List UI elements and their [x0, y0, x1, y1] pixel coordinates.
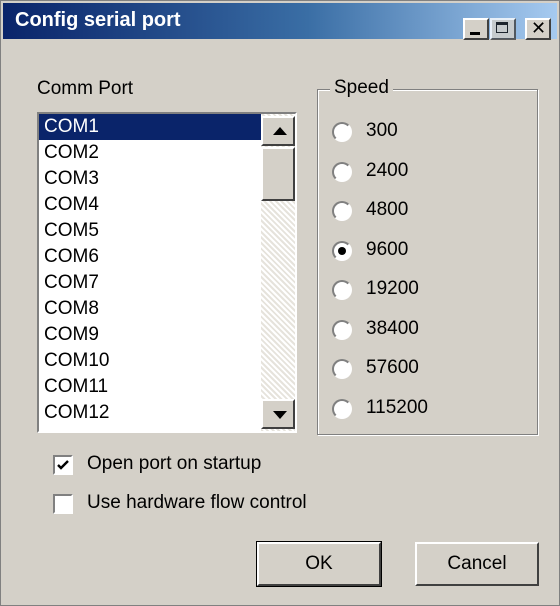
open-on-startup-label: Open port on startup	[87, 453, 262, 474]
minimize-icon	[470, 32, 480, 35]
speed-option-label: 9600	[366, 238, 409, 260]
open-on-startup-checkbox[interactable]	[53, 455, 73, 475]
speed-option-label: 2400	[366, 159, 409, 181]
scroll-down-button[interactable]	[261, 399, 295, 429]
minimize-button[interactable]	[463, 18, 489, 40]
speed-option-label: 19200	[366, 278, 419, 299]
list-item[interactable]: COM10	[39, 348, 261, 374]
list-item[interactable]: COM9	[39, 322, 261, 348]
comm-port-list: COM1 COM2 COM3 COM4 COM5 COM6 COM7 COM8 COM9 COM1…	[39, 114, 261, 426]
arrow-down-icon	[273, 411, 287, 419]
scroll-thumb[interactable]	[261, 147, 295, 201]
maximize-icon	[496, 22, 508, 33]
list-item[interactable]: COM3	[39, 166, 261, 192]
radio-button[interactable]	[332, 280, 352, 300]
radio-button[interactable]	[332, 161, 352, 182]
title-bar[interactable]: Config serial port ✕	[3, 3, 557, 40]
radio-button[interactable]	[332, 201, 352, 221]
list-item[interactable]: COM2	[39, 140, 261, 166]
list-item[interactable]: COM1	[39, 114, 261, 140]
list-item[interactable]: COM4	[39, 192, 261, 218]
list-item[interactable]: COM5	[39, 218, 261, 244]
speed-option-label: 4800	[366, 199, 409, 220]
radio-button[interactable]	[332, 319, 352, 340]
speed-groupbox: Speed 300 2400 4800 9600 19200 38400 57600 1152…	[317, 77, 538, 435]
listbox-scrollbar[interactable]	[261, 114, 295, 431]
arrow-up-icon	[273, 127, 287, 135]
list-item[interactable]: COM8	[39, 296, 261, 322]
comm-port-label: Comm Port	[37, 78, 134, 99]
list-item[interactable]: COM7	[39, 270, 261, 296]
list-item[interactable]: COM11	[39, 374, 261, 400]
cancel-button[interactable]: Cancel	[415, 542, 539, 586]
checkmark-icon	[57, 460, 69, 470]
speed-option-label: 300	[366, 120, 398, 141]
hw-flow-control-label: Use hardware flow control	[87, 492, 307, 513]
radio-button[interactable]	[332, 359, 352, 379]
radio-dot-icon	[338, 246, 346, 255]
speed-label: Speed	[330, 77, 393, 99]
speed-option-label: 38400	[366, 317, 419, 339]
radio-button[interactable]	[332, 398, 352, 419]
list-item[interactable]: COM12	[39, 400, 261, 426]
ok-button[interactable]: OK	[256, 541, 382, 587]
speed-option-label: 57600	[366, 357, 419, 378]
close-icon: ✕	[531, 18, 547, 38]
speed-option-label: 115200	[366, 396, 428, 418]
dialog-window: Config serial port ✕ Comm Port COM1 COM2 C…	[0, 0, 560, 606]
radio-button[interactable]	[332, 240, 352, 261]
scroll-up-button[interactable]	[261, 116, 295, 146]
hw-flow-control-checkbox[interactable]	[53, 494, 73, 514]
window-title: Config serial port	[15, 9, 181, 31]
list-item[interactable]: COM6	[39, 244, 261, 270]
comm-port-listbox[interactable]: COM1 COM2 COM3 COM4 COM5 COM6 COM7 COM8 COM9 COM1…	[37, 112, 297, 433]
close-button[interactable]: ✕	[525, 18, 551, 40]
maximize-button[interactable]	[490, 18, 516, 40]
radio-button[interactable]	[332, 122, 352, 142]
